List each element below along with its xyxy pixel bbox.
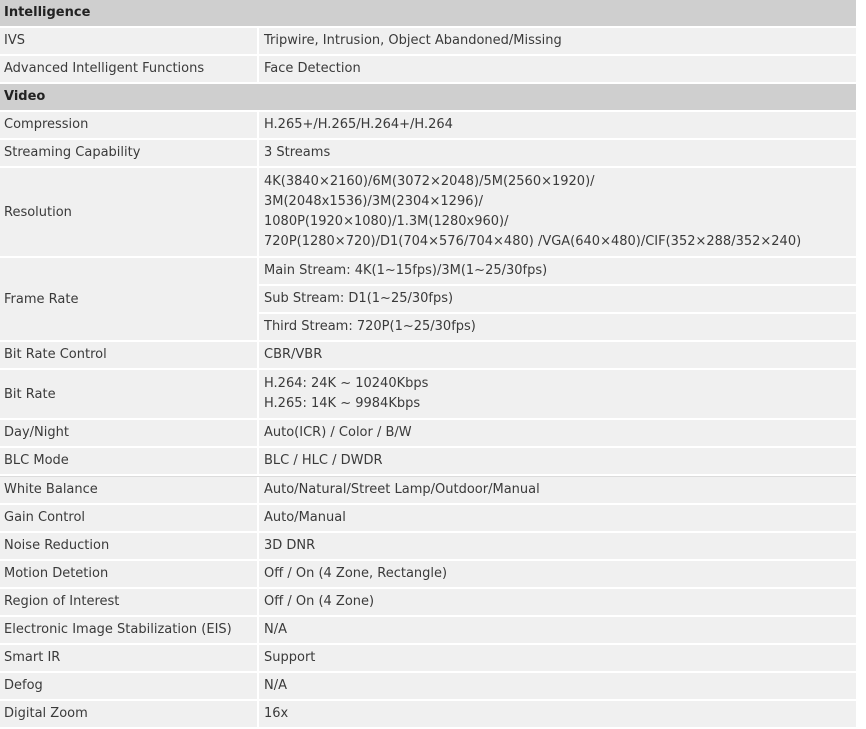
spec-row-compression: Compression H.265+/H.265/H.264+/H.264 <box>0 112 856 140</box>
spec-row-bit-rate: Bit Rate H.264: 24K ~ 10240Kbps H.265: 1… <box>0 370 856 420</box>
spec-value: Main Stream: 4K(1~15fps)/3M(1~25/30fps) … <box>259 258 856 340</box>
spec-label: Smart IR <box>0 645 259 671</box>
spec-label: Noise Reduction <box>0 533 259 559</box>
spec-row-bit-rate-control: Bit Rate Control CBR/VBR <box>0 342 856 370</box>
spec-row-eis: Electronic Image Stabilization (EIS) N/A <box>0 617 856 645</box>
spec-label: Bit Rate Control <box>0 342 259 368</box>
spec-label: Motion Detetion <box>0 561 259 587</box>
spec-label: BLC Mode <box>0 448 259 474</box>
spec-label: Compression <box>0 112 259 138</box>
spec-value: Tripwire, Intrusion, Object Abandoned/Mi… <box>264 33 562 48</box>
spec-row-motion-detection: Motion Detetion Off / On (4 Zone, Rectan… <box>0 561 856 589</box>
spec-label: Advanced Intelligent Functions <box>0 56 259 82</box>
spec-label: Day/Night <box>0 420 259 446</box>
spec-row-digital-zoom: Digital Zoom 16x <box>0 701 856 729</box>
spec-value: N/A <box>264 622 287 637</box>
spec-value: Auto(ICR) / Color / B/W <box>264 425 412 440</box>
spec-row-region-of-interest: Region of Interest Off / On (4 Zone) <box>0 589 856 617</box>
spec-row-noise-reduction: Noise Reduction 3D DNR <box>0 533 856 561</box>
spec-value: Off / On (4 Zone, Rectangle) <box>264 566 448 581</box>
value-line: 720P(1280×720)/D1(704×576/704×480) /VGA(… <box>264 234 802 249</box>
spec-label: Gain Control <box>0 505 259 531</box>
spec-value: Auto/Natural/Street Lamp/Outdoor/Manual <box>264 482 540 497</box>
value-subrow: Main Stream: 4K(1~15fps)/3M(1~25/30fps) <box>264 263 548 278</box>
spec-value: Support <box>264 650 316 665</box>
spec-row-advanced-intelligent-functions: Advanced Intelligent Functions Face Dete… <box>0 56 856 84</box>
value-line: 1080P(1920×1080)/1.3M(1280x960)/ <box>264 214 509 229</box>
spec-value: 3 Streams <box>264 145 331 160</box>
spec-label: Frame Rate <box>0 258 259 340</box>
spec-label: Defog <box>0 673 259 699</box>
spec-value: 4K(3840×2160)/6M(3072×2048)/5M(2560×1920… <box>259 168 856 256</box>
spec-value: BLC / HLC / DWDR <box>264 453 383 468</box>
value-subrow: Sub Stream: D1(1~25/30fps) <box>259 284 856 312</box>
spec-table: Intelligence IVS Tripwire, Intrusion, Ob… <box>0 0 856 729</box>
spec-label: Streaming Capability <box>0 140 259 166</box>
spec-row-white-balance: White Balance Auto/Natural/Street Lamp/O… <box>0 476 856 505</box>
spec-label: Region of Interest <box>0 589 259 615</box>
spec-value: Off / On (4 Zone) <box>264 594 375 609</box>
spec-row-ivs: IVS Tripwire, Intrusion, Object Abandone… <box>0 28 856 56</box>
value-line: 3M(2048x1536)/3M(2304×1296)/ <box>264 194 483 209</box>
spec-label: Electronic Image Stabilization (EIS) <box>0 617 259 643</box>
spec-value: H.265+/H.265/H.264+/H.264 <box>264 117 453 132</box>
value-subrow: Third Stream: 720P(1~25/30fps) <box>259 312 856 340</box>
spec-label: Digital Zoom <box>0 701 259 727</box>
spec-row-smart-ir: Smart IR Support <box>0 645 856 673</box>
spec-row-day-night: Day/Night Auto(ICR) / Color / B/W <box>0 420 856 448</box>
section-header-intelligence: Intelligence <box>0 0 856 28</box>
spec-label: Bit Rate <box>0 370 259 418</box>
spec-value: CBR/VBR <box>264 347 323 362</box>
value-line: 4K(3840×2160)/6M(3072×2048)/5M(2560×1920… <box>264 174 595 189</box>
value-line: H.264: 24K ~ 10240Kbps <box>264 376 429 391</box>
spec-row-streaming-capability: Streaming Capability 3 Streams <box>0 140 856 168</box>
spec-value: H.264: 24K ~ 10240Kbps H.265: 14K ~ 9984… <box>259 370 856 418</box>
spec-value: Face Detection <box>264 61 361 76</box>
spec-row-gain-control: Gain Control Auto/Manual <box>0 505 856 533</box>
spec-value: Auto/Manual <box>264 510 346 525</box>
spec-row-resolution: Resolution 4K(3840×2160)/6M(3072×2048)/5… <box>0 168 856 258</box>
spec-label: White Balance <box>0 477 259 503</box>
value-line: H.265: 14K ~ 9984Kbps <box>264 396 421 411</box>
spec-row-defog: Defog N/A <box>0 673 856 701</box>
spec-row-blc-mode: BLC Mode BLC / HLC / DWDR <box>0 448 856 476</box>
spec-row-frame-rate: Frame Rate Main Stream: 4K(1~15fps)/3M(1… <box>0 258 856 342</box>
spec-value: N/A <box>264 678 287 693</box>
spec-value: 3D DNR <box>264 538 316 553</box>
section-header-video: Video <box>0 84 856 112</box>
spec-label: IVS <box>0 28 259 54</box>
spec-label: Resolution <box>0 168 259 256</box>
spec-value: 16x <box>264 706 289 721</box>
